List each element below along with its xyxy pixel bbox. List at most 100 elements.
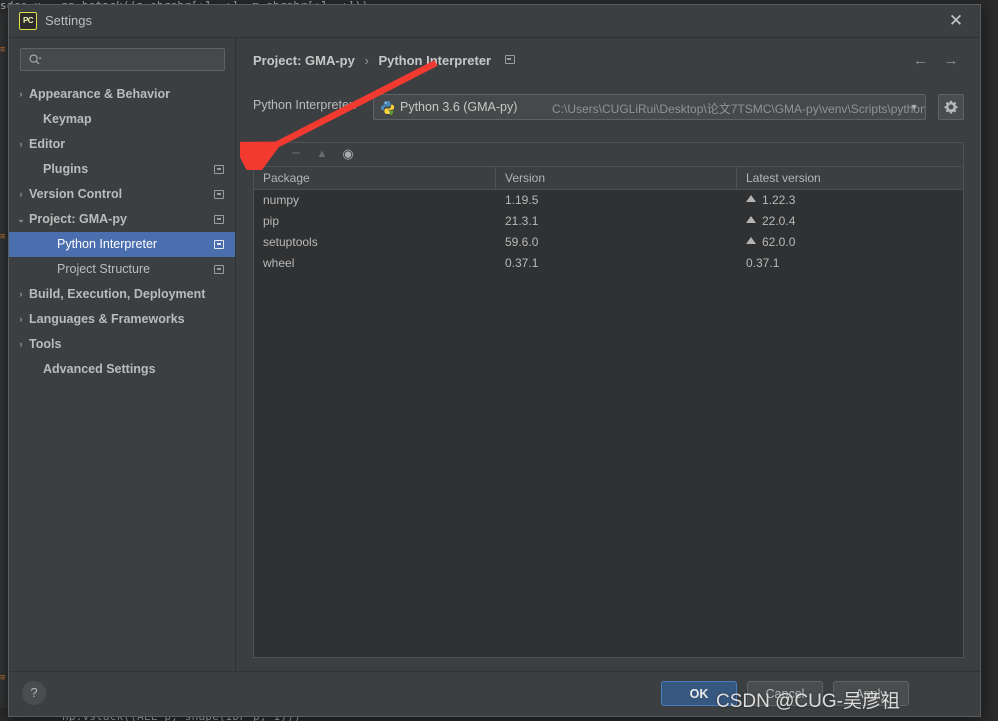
- pycharm-logo-icon: PC: [19, 12, 37, 30]
- sidebar-item-label: Project: GMA-py: [29, 212, 127, 226]
- column-header-latest-version[interactable]: Latest version: [737, 167, 963, 189]
- table-row[interactable]: pip 21.3.1 22.0.4: [254, 211, 963, 232]
- sidebar-item-project-structure[interactable]: Project Structure: [9, 257, 235, 282]
- settings-dialog: PC Settings ✕ › Appearance & Behavior Keym…: [8, 4, 981, 717]
- package-table-body: numpy 1.19.5 1.22.3 pip 21.3.1 22.0.4 setuptoo…: [254, 190, 963, 274]
- chevron-right-icon[interactable]: ›: [15, 332, 27, 357]
- screen: sdce_x = np.hstack((p_shrshr[:1, :], m_s…: [0, 0, 998, 721]
- package-latest-version-cell: 1.22.3: [737, 190, 963, 211]
- dialog-titlebar: PC Settings ✕: [9, 5, 980, 38]
- gutter-mark-icon: ≡: [0, 673, 6, 683]
- sidebar-item-label: Languages & Frameworks: [29, 312, 185, 326]
- sidebar-item-tools[interactable]: › Tools: [9, 332, 235, 357]
- chevron-right-icon[interactable]: ›: [15, 132, 27, 157]
- chevron-down-icon[interactable]: ⌄: [15, 207, 27, 232]
- package-latest-version: 62.0.0: [762, 235, 796, 249]
- column-header-package[interactable]: Package: [254, 167, 496, 189]
- navigation-arrows: ← →: [908, 50, 964, 72]
- chevron-down-icon[interactable]: ▼: [903, 95, 925, 119]
- sidebar-item-label: Advanced Settings: [43, 362, 156, 376]
- breadcrumb-page: Python Interpreter: [378, 53, 492, 68]
- remove-package-button[interactable]: −: [284, 143, 308, 165]
- back-arrow-icon[interactable]: ←: [908, 50, 934, 72]
- chevron-right-icon[interactable]: ›: [15, 82, 27, 107]
- sidebar-item-appearance-behavior[interactable]: › Appearance & Behavior: [9, 82, 235, 107]
- gutter-mark-icon: ≡: [0, 45, 6, 55]
- module-icon: [214, 265, 224, 274]
- module-icon: [214, 165, 224, 174]
- table-row[interactable]: wheel 0.37.1 0.37.1: [254, 253, 963, 274]
- search-field-wrapper: [20, 48, 225, 71]
- sidebar-item-project-gma-py[interactable]: ⌄ Project: GMA-py: [9, 207, 235, 232]
- cancel-button[interactable]: Cancel: [747, 681, 823, 706]
- package-version: 0.37.1: [505, 256, 539, 270]
- sidebar-item-label: Editor: [29, 137, 66, 151]
- python-venv-icon: [380, 101, 395, 115]
- sidebar-item-build-execution-deployment[interactable]: › Build, Execution, Deployment: [9, 282, 235, 307]
- module-icon: [214, 190, 224, 199]
- interpreter-path: C:\Users\CUGLiRui\Desktop\论文7TSMC\GMA-py…: [552, 102, 926, 116]
- package-version: 59.6.0: [505, 235, 539, 249]
- settings-content: Project: GMA-py › Python Interpreter ← →…: [237, 38, 980, 672]
- add-package-button[interactable]: +: [258, 143, 282, 165]
- package-name: numpy: [263, 193, 300, 207]
- package-table: Package Version Latest version numpy 1.19.5…: [253, 166, 964, 658]
- sidebar-item-label: Plugins: [43, 162, 89, 176]
- table-row[interactable]: setuptools 59.6.0 62.0.0: [254, 232, 963, 253]
- breadcrumb: Project: GMA-py › Python Interpreter: [253, 53, 515, 68]
- interpreter-settings-button[interactable]: [938, 94, 964, 120]
- column-header-version[interactable]: Version: [496, 167, 737, 189]
- module-icon: [214, 240, 224, 249]
- package-table-header: Package Version Latest version: [254, 167, 963, 190]
- sidebar-item-languages-frameworks[interactable]: › Languages & Frameworks: [9, 307, 235, 332]
- chevron-right-icon[interactable]: ›: [15, 282, 27, 307]
- sidebar-item-label: Version Control: [29, 187, 123, 201]
- package-version: 21.3.1: [505, 214, 539, 228]
- sidebar-item-editor[interactable]: › Editor: [9, 132, 235, 157]
- search-input[interactable]: [49, 51, 218, 70]
- upgrade-available-icon: [746, 216, 756, 223]
- upgrade-available-icon: [746, 195, 756, 202]
- package-latest-version-cell: 0.37.1: [737, 253, 963, 274]
- module-icon: [504, 55, 515, 64]
- table-row[interactable]: numpy 1.19.5 1.22.3: [254, 190, 963, 211]
- settings-sidebar: › Appearance & Behavior Keymap › Editor Plugi…: [9, 38, 236, 672]
- gutter-mark-icon: ≡: [0, 232, 6, 242]
- package-latest-version: 1.22.3: [762, 193, 796, 207]
- package-latest-version: 0.37.1: [746, 256, 780, 270]
- sidebar-item-keymap[interactable]: Keymap: [9, 107, 235, 132]
- package-latest-version-cell: 22.0.4: [737, 211, 963, 232]
- breadcrumb-separator: ›: [364, 53, 369, 68]
- upgrade-package-button[interactable]: ▲: [310, 143, 334, 165]
- dialog-title: Settings: [45, 13, 92, 28]
- sidebar-item-label: Keymap: [43, 112, 92, 126]
- package-toolbar: + − ▲ ◉: [253, 142, 964, 166]
- chevron-right-icon[interactable]: ›: [15, 182, 27, 207]
- interpreter-combobox[interactable]: Python 3.6 (GMA-py) C:\Users\CUGLiRui\De…: [373, 94, 926, 120]
- dialog-footer: ? OK Cancel Apply: [9, 671, 980, 716]
- breadcrumb-project[interactable]: Project: GMA-py: [253, 53, 355, 68]
- interpreter-label: Python Interpreter:: [253, 98, 357, 112]
- package-name: setuptools: [263, 235, 318, 249]
- sidebar-item-python-interpreter[interactable]: Python Interpreter: [9, 232, 235, 257]
- search-icon: [29, 54, 42, 65]
- show-early-releases-button[interactable]: ◉: [336, 143, 360, 165]
- package-name: wheel: [263, 256, 295, 270]
- package-name: pip: [263, 214, 280, 228]
- interpreter-name: Python 3.6 (GMA-py): [400, 100, 518, 114]
- sidebar-item-label: Tools: [29, 337, 62, 351]
- sidebar-item-plugins[interactable]: Plugins: [9, 157, 235, 182]
- sidebar-item-label: Appearance & Behavior: [29, 87, 171, 101]
- chevron-right-icon[interactable]: ›: [15, 307, 27, 332]
- apply-button[interactable]: Apply: [833, 681, 909, 706]
- sidebar-item-advanced-settings[interactable]: Advanced Settings: [9, 357, 235, 382]
- close-icon[interactable]: ✕: [936, 7, 976, 35]
- interpreter-row: Python Interpreter: Python 3.6 (GMA-py) …: [253, 94, 964, 120]
- help-button[interactable]: ?: [22, 681, 46, 705]
- forward-arrow-icon[interactable]: →: [938, 50, 964, 72]
- search-box[interactable]: [20, 48, 225, 71]
- sidebar-item-version-control[interactable]: › Version Control: [9, 182, 235, 207]
- ok-button[interactable]: OK: [661, 681, 737, 706]
- settings-tree: › Appearance & Behavior Keymap › Editor Plugi…: [9, 82, 235, 672]
- gear-icon: [944, 100, 958, 114]
